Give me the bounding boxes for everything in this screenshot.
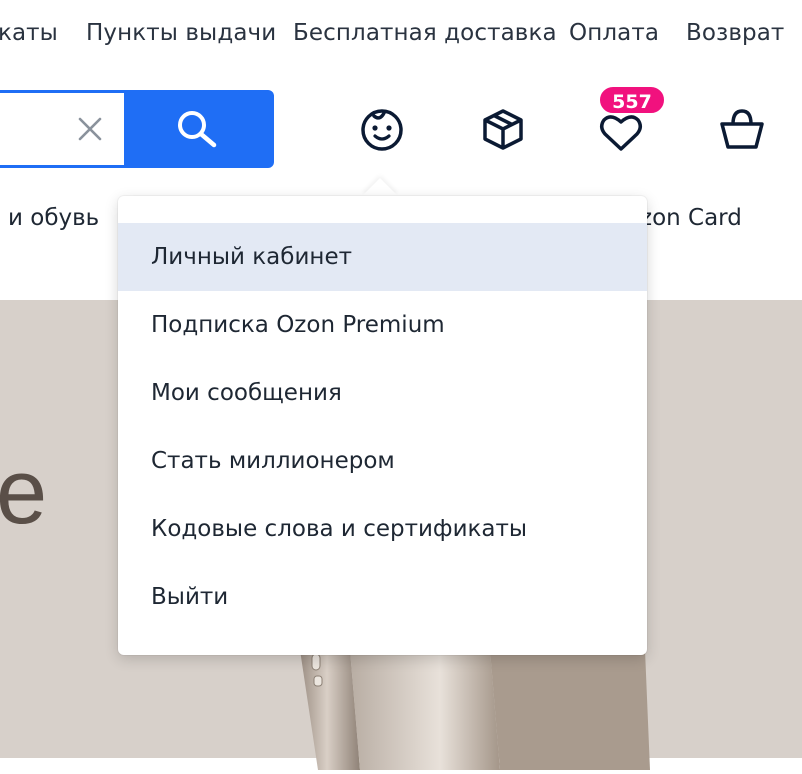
- menu-item-premium-subscription[interactable]: Подписка Ozon Premium: [118, 291, 647, 359]
- top-link-free-delivery[interactable]: Бесплатная доставка: [293, 20, 557, 46]
- top-links-bar: каты Пункты выдачи Бесплатная доставка О…: [0, 0, 802, 70]
- top-link-catalog[interactable]: каты: [0, 20, 58, 46]
- menu-item-my-messages[interactable]: Мои сообщения: [118, 359, 647, 427]
- top-link-return[interactable]: Возврат: [686, 20, 784, 46]
- banner-text: e: [0, 441, 48, 543]
- nav-item-ozon-card[interactable]: zon Card: [640, 205, 742, 231]
- baby-face-icon[interactable]: [358, 105, 406, 153]
- menu-item-code-words-certificates[interactable]: Кодовые слова и сертификаты: [118, 495, 647, 563]
- search-button[interactable]: [124, 90, 274, 168]
- user-menu-dropdown: Личный кабинет Подписка Ozon Premium Мои…: [118, 196, 647, 655]
- box-icon[interactable]: [479, 105, 527, 153]
- basket-icon[interactable]: [718, 105, 766, 153]
- close-icon[interactable]: [74, 113, 106, 145]
- menu-item-personal-account[interactable]: Личный кабинет: [118, 223, 647, 291]
- product-image: [290, 640, 650, 770]
- nav-item-clothes-shoes[interactable]: и обувь: [8, 205, 99, 231]
- top-link-pickup-points[interactable]: Пункты выдачи: [86, 20, 276, 46]
- menu-item-become-millionaire[interactable]: Стать миллионером: [118, 427, 647, 495]
- top-link-payment[interactable]: Оплата: [569, 20, 659, 46]
- favorites-count-badge: 557: [598, 85, 666, 115]
- menu-item-logout[interactable]: Выйти: [118, 563, 647, 631]
